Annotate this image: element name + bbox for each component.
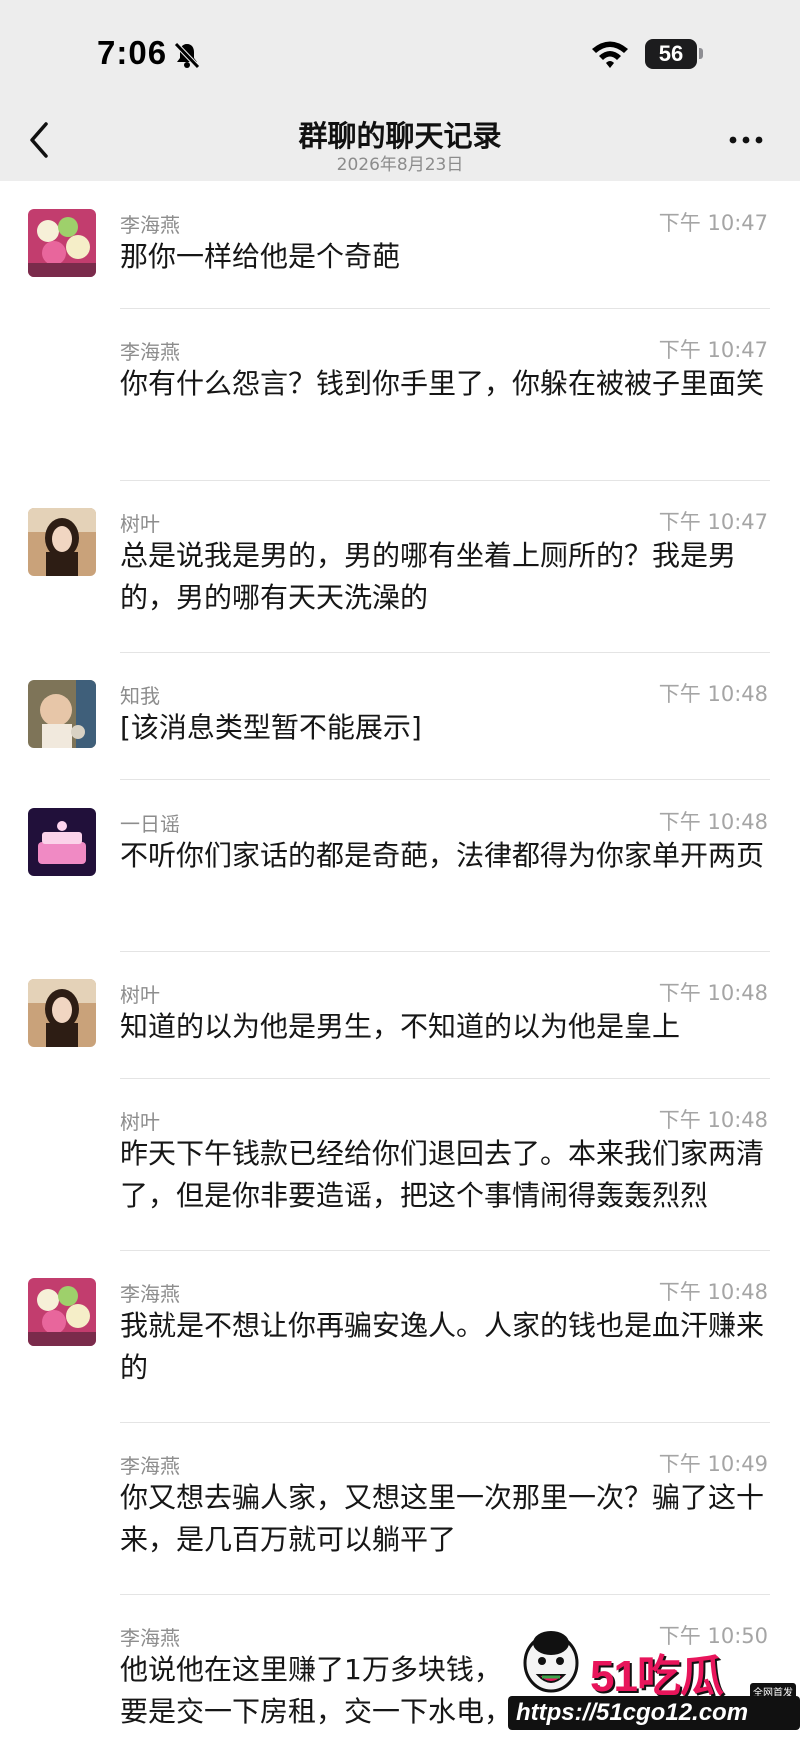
sender-name: 树叶 [120, 1110, 160, 1134]
watermark-url: https://51cgo12.com [508, 1696, 800, 1730]
message-item[interactable]: 树叶 下午 10:47 总是说我是男的，男的哪有坐着上厕所的？我是男的，男的哪有… [0, 481, 800, 653]
sender-name: 李海燕 [120, 1626, 180, 1650]
message-time: 下午 10:48 [658, 810, 768, 834]
message-item[interactable]: 树叶 下午 10:48 昨天下午钱款已经给你们退回去了。本来我们家两清了，但是你… [0, 1079, 800, 1251]
page-subtitle-date: 2026年8月23日 [336, 155, 464, 175]
message-text: 昨天下午钱款已经给你们退回去了。本来我们家两清了，但是你非要造谣，把这个事情闹得… [120, 1137, 765, 1212]
message-time: 下午 10:47 [658, 338, 768, 362]
message-item[interactable]: 李海燕 下午 10:47 那你一样给他是个奇葩 [0, 181, 800, 309]
battery-cap [699, 48, 703, 59]
wifi-icon [592, 41, 628, 68]
avatar-woman[interactable] [28, 508, 96, 576]
sender-name: 李海燕 [120, 213, 180, 237]
watermark-logo: 51吃瓜 [590, 1652, 724, 1701]
message-item[interactable]: 树叶 下午 10:48 知道的以为他是男生，不知道的以为他是皇上 [0, 952, 800, 1079]
more-options-icon[interactable] [726, 127, 766, 153]
message-time: 下午 10:48 [658, 682, 768, 706]
message-text: 你有什么怨言？钱到你手里了，你躲在被被子里面笑 [120, 367, 765, 400]
page-title: 群聊的聊天记录 [298, 119, 502, 153]
sender-name: 李海燕 [120, 1282, 180, 1306]
message-text: 我就是不想让你再骗安逸人。人家的钱也是血汗赚来的 [120, 1309, 765, 1384]
message-time: 下午 10:49 [658, 1452, 768, 1476]
message-time: 下午 10:48 [658, 1280, 768, 1304]
sender-name: 树叶 [120, 512, 160, 536]
message-text: 不听你们家话的都是奇葩，法律都得为你家单开两页 [120, 839, 765, 872]
message-time: 下午 10:47 [658, 211, 768, 235]
sender-name: 李海燕 [120, 1454, 180, 1478]
message-text: 你又想去骗人家，又想这里一次那里一次？骗了这十来，是几百万就可以躺平了 [120, 1481, 765, 1556]
message-text: 知道的以为他是男生，不知道的以为他是皇上 [120, 1010, 681, 1043]
sender-name: 知我 [120, 684, 160, 708]
sender-name: 树叶 [120, 983, 160, 1007]
avatar-flowers[interactable] [28, 1278, 96, 1346]
mute-bell-icon [174, 42, 200, 69]
message-item[interactable]: 李海燕 下午 10:47 你有什么怨言？钱到你手里了，你躲在被被子里面笑 [0, 309, 800, 481]
message-item[interactable]: 一日谣 下午 10:48 不听你们家话的都是奇葩，法律都得为你家单开两页 [0, 780, 800, 952]
avatar-woman[interactable] [28, 979, 96, 1047]
message-text: [该消息类型暂不能展示] [120, 711, 422, 744]
watermelon-mascot-icon [523, 1631, 579, 1693]
message-text: 那你一样给他是个奇葩 [120, 240, 401, 273]
avatar-child[interactable] [28, 680, 96, 748]
avatar-flowers[interactable] [28, 209, 96, 277]
message-item[interactable]: 知我 下午 10:48 [该消息类型暂不能展示] [0, 653, 800, 780]
sender-name: 李海燕 [120, 340, 180, 364]
message-time: 下午 10:47 [658, 510, 768, 534]
message-item[interactable]: 李海燕 下午 10:48 我就是不想让你再骗安逸人。人家的钱也是血汗赚来的 [0, 1251, 800, 1423]
battery-indicator: 56 [645, 39, 697, 69]
chat-header: 7:06 56 群聊的聊天记录 2026年8月23日 [0, 0, 800, 181]
message-item[interactable]: 李海燕 下午 10:49 你又想去骗人家，又想这里一次那里一次？骗了这十来，是几… [0, 1423, 800, 1595]
status-time: 7:06 [97, 34, 168, 71]
avatar-pink-cake[interactable] [28, 808, 96, 876]
message-time: 下午 10:48 [658, 1108, 768, 1132]
sender-name: 一日谣 [120, 812, 180, 836]
message-time: 下午 10:48 [658, 981, 768, 1005]
message-text: 总是说我是男的，男的哪有坐着上厕所的？我是男的，男的哪有天天洗澡的 [120, 539, 737, 614]
